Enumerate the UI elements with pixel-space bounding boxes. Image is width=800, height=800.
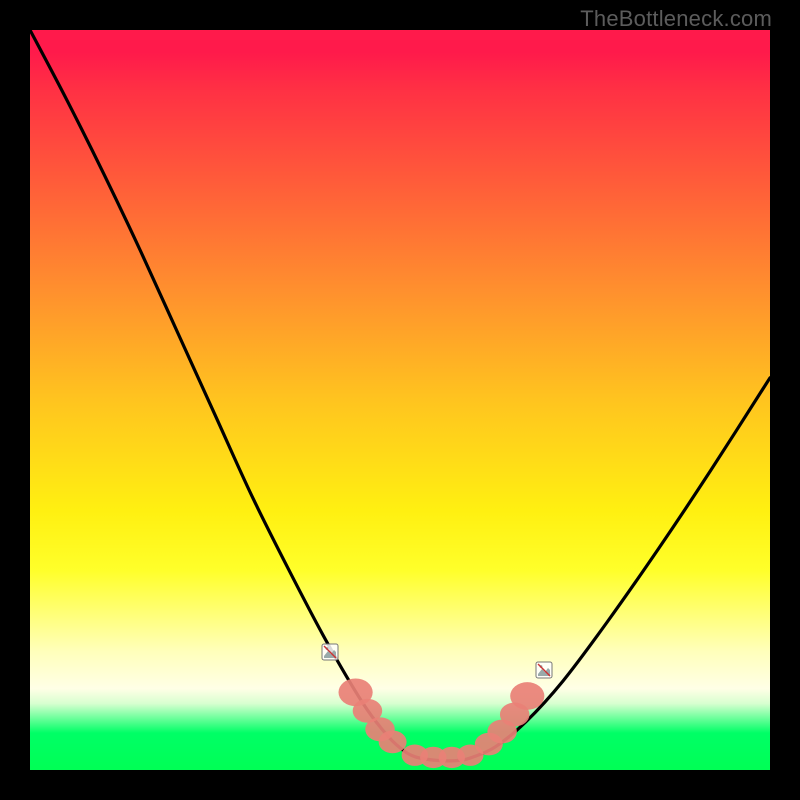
attribution-text: TheBottleneck.com xyxy=(580,6,772,32)
right-bead-4 xyxy=(510,682,544,710)
plot-gradient-area xyxy=(30,30,770,770)
bead-markers xyxy=(339,678,545,768)
bottleneck-curve xyxy=(30,30,770,761)
null-icon-right xyxy=(535,661,553,679)
left-bead-4 xyxy=(379,731,407,754)
curve-svg xyxy=(30,30,770,770)
chart-frame: TheBottleneck.com xyxy=(0,0,800,800)
null-icon-left xyxy=(321,643,339,661)
